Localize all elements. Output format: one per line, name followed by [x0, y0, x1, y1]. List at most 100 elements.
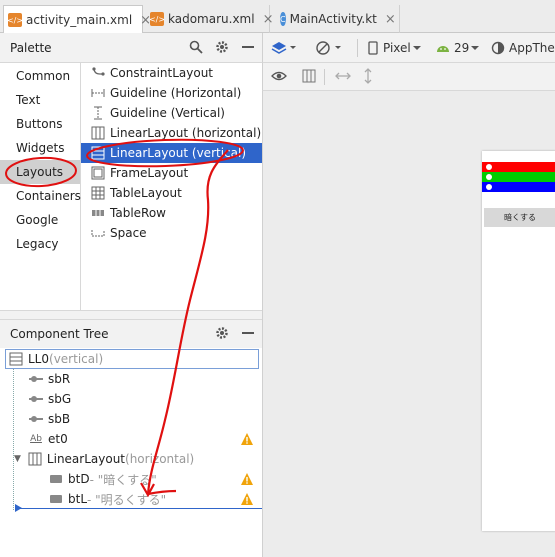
linear-layout-horizontal-icon	[91, 126, 105, 140]
component-tree-header: Component Tree	[0, 320, 262, 348]
blue-seekbar[interactable]	[482, 182, 555, 192]
widget-linear-layout-horizontal[interactable]: LinearLayout (horizontal)	[81, 123, 262, 143]
palette-widget-list: ConstraintLayout Guideline (Horizontal) …	[81, 63, 262, 310]
button-icon	[48, 472, 64, 486]
tree-item-id: et0	[48, 432, 68, 446]
theme-label: AppTheme	[509, 41, 555, 55]
widget-guideline-horizontal[interactable]: Guideline (Horizontal)	[81, 83, 262, 103]
rotate-icon	[316, 41, 341, 55]
warning-icon[interactable]	[240, 472, 254, 486]
chevron-down-icon	[412, 46, 421, 50]
space-icon	[91, 226, 105, 240]
expand-vertical-icon[interactable]	[363, 68, 373, 84]
seekbar-thumb[interactable]	[486, 164, 492, 170]
tab-label: MainActivity.kt	[289, 12, 377, 26]
orientation-dropdown[interactable]	[315, 33, 345, 63]
widget-label: LinearLayout (vertical)	[110, 146, 247, 160]
tree-item-text: - "暗くする"	[89, 472, 157, 487]
device-label: Pixel	[383, 41, 411, 55]
device-dropdown[interactable]: Pixel	[367, 33, 423, 63]
device-preview[interactable]: 暗くする	[482, 151, 555, 531]
minimize-icon[interactable]	[240, 325, 256, 341]
widget-label: TableLayout	[110, 186, 182, 200]
seekbar-icon	[28, 372, 44, 386]
red-seekbar[interactable]	[482, 162, 555, 172]
category-google[interactable]: Google	[0, 208, 80, 232]
edittext-icon: Ab	[30, 434, 42, 444]
gear-icon[interactable]	[214, 325, 230, 341]
widget-table-row[interactable]: TableRow	[81, 203, 262, 223]
tree-item-id: sbB	[48, 412, 71, 426]
category-containers[interactable]: Containers	[0, 184, 81, 208]
expand-arrow-icon[interactable]: ▼	[14, 454, 21, 464]
widget-table-layout[interactable]: TableLayout	[81, 183, 262, 203]
category-common[interactable]: Common	[0, 64, 80, 88]
xml-file-icon: </>	[7, 13, 23, 27]
widget-label: Space	[110, 226, 147, 240]
green-seekbar[interactable]	[482, 172, 555, 182]
widget-space[interactable]: Space	[81, 223, 262, 243]
category-buttons[interactable]: Buttons	[0, 112, 80, 136]
drop-indicator-line	[16, 508, 262, 509]
widget-constraint-layout[interactable]: ConstraintLayout	[81, 63, 262, 83]
tab-activity-main[interactable]: </> activity_main.xml ×	[3, 5, 151, 34]
tree-item-et0[interactable]: Ab et0	[0, 429, 262, 449]
widget-label: LinearLayout (horizontal)	[110, 126, 262, 140]
warning-icon[interactable]	[240, 432, 254, 446]
tree-item-sbB[interactable]: sbB	[0, 409, 262, 429]
minimize-icon[interactable]	[240, 39, 256, 55]
tree-item-id: btL	[68, 492, 88, 506]
tree-item-sbR[interactable]: sbR	[0, 369, 262, 389]
warning-icon[interactable]	[240, 492, 254, 506]
layers-dropdown[interactable]	[271, 33, 297, 63]
widget-frame-layout[interactable]: FrameLayout	[81, 163, 262, 183]
expand-horizontal-icon[interactable]	[335, 71, 351, 81]
toolbar-divider	[324, 69, 325, 85]
kotlin-file-icon: C	[280, 12, 286, 26]
preview-button[interactable]: 暗くする	[484, 208, 555, 227]
palette-title: Palette	[10, 40, 52, 55]
theme-dropdown[interactable]: AppTheme	[491, 33, 555, 63]
search-icon[interactable]	[188, 39, 204, 55]
design-toolbar: Pixel 29 AppTheme	[262, 33, 555, 63]
layers-icon	[271, 42, 296, 54]
close-icon[interactable]: ×	[385, 12, 396, 27]
tree-item-linear-layout[interactable]: ▼ LinearLayout (horizontal)	[0, 449, 262, 469]
linear-layout-horizontal-icon	[27, 452, 43, 466]
seekbar-thumb[interactable]	[486, 174, 492, 180]
widget-label: FrameLayout	[110, 166, 189, 180]
tree-item-btD[interactable]: btD - "暗くする"	[0, 469, 262, 489]
category-text[interactable]: Text	[0, 88, 80, 112]
widget-guideline-vertical[interactable]: Guideline (Vertical)	[81, 103, 262, 123]
component-tree: LL0 (vertical) sbR sbG sbB Ab et0 ▼ Line…	[0, 348, 262, 557]
close-icon[interactable]: ×	[263, 12, 274, 27]
eye-icon[interactable]	[271, 70, 287, 82]
seekbar-thumb[interactable]	[486, 184, 492, 190]
tab-label: activity_main.xml	[26, 13, 133, 27]
toolbar-divider	[357, 39, 358, 57]
chevron-down-icon	[471, 46, 480, 50]
tree-item-root[interactable]: LL0 (vertical)	[5, 349, 259, 369]
design-toolbar-secondary	[262, 63, 555, 91]
linear-layout-vertical-icon	[8, 352, 24, 366]
panel-splitter[interactable]	[0, 310, 262, 320]
api-level-dropdown[interactable]: 29	[435, 33, 481, 63]
widget-label: TableRow	[110, 206, 166, 220]
widget-linear-layout-vertical[interactable]: LinearLayout (vertical)	[81, 143, 262, 163]
category-layouts[interactable]: Layouts	[0, 160, 80, 184]
category-legacy[interactable]: Legacy	[0, 232, 80, 256]
tree-item-btL[interactable]: btL - "明るくする"	[0, 489, 262, 509]
drop-indicator-arrow-icon	[15, 504, 22, 512]
palette-header: Palette	[0, 33, 262, 63]
blueprint-icon[interactable]	[302, 69, 316, 83]
tab-main-activity[interactable]: C MainActivity.kt ×	[276, 5, 400, 33]
design-surface[interactable]: 暗くする	[262, 91, 555, 557]
tab-kadomaru[interactable]: </> kadomaru.xml ×	[146, 5, 273, 33]
editor-tab-bar: </> activity_main.xml × </> kadomaru.xml…	[0, 0, 555, 34]
category-widgets[interactable]: Widgets	[0, 136, 80, 160]
phone-icon	[368, 41, 378, 55]
xml-file-icon: </>	[149, 12, 165, 26]
button-icon	[48, 492, 64, 506]
tree-item-sbG[interactable]: sbG	[0, 389, 262, 409]
gear-icon[interactable]	[214, 39, 230, 55]
